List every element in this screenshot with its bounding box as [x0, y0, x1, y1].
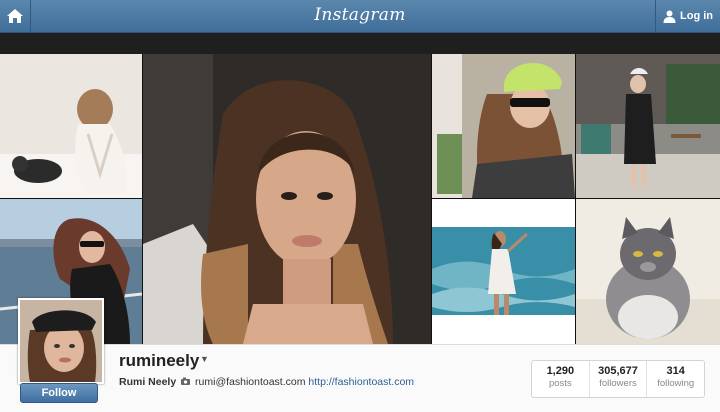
stat-label: followers [599, 378, 637, 389]
camera-icon [181, 377, 191, 385]
login-label: Log in [680, 10, 713, 22]
photo-tile[interactable] [576, 199, 720, 344]
chevron-down-icon[interactable]: ▼ [200, 354, 209, 364]
profile-stats: 1,290 posts 305,677 followers 314 follow… [531, 360, 705, 398]
profile-full-name: Rumi Neely [119, 376, 177, 388]
stat-label: posts [548, 378, 572, 389]
profile-bio: Rumi Neely rumi@fashiontoast.com http://… [119, 376, 414, 388]
stat-value: 305,677 [598, 365, 638, 377]
stat-label: following [657, 378, 695, 389]
profile-avatar[interactable] [18, 298, 104, 384]
login-button[interactable]: Log in [655, 0, 720, 32]
profile-username: rumineely [119, 351, 200, 370]
stat-value: 1,290 [546, 365, 575, 377]
stat-posts[interactable]: 1,290 posts [532, 361, 590, 397]
header-strip [0, 33, 720, 54]
photo-tile[interactable] [0, 54, 142, 198]
photo-grid [0, 54, 720, 344]
stat-following[interactable]: 314 following [647, 361, 704, 397]
stat-followers[interactable]: 305,677 followers [590, 361, 648, 397]
profile-website-link[interactable]: http://fashiontoast.com [308, 376, 414, 388]
app-logo[interactable]: Instagram [0, 5, 720, 25]
follow-button[interactable]: Follow [20, 383, 98, 403]
photo-tile[interactable] [432, 54, 575, 198]
stat-value: 314 [666, 365, 685, 377]
photo-tile[interactable] [432, 199, 575, 344]
photo-tile[interactable] [576, 54, 720, 198]
user-icon [663, 10, 676, 23]
photo-tile-featured[interactable] [143, 54, 431, 344]
top-nav-bar: Instagram Log in [0, 0, 720, 33]
profile-email: rumi@fashiontoast.com [195, 376, 306, 388]
